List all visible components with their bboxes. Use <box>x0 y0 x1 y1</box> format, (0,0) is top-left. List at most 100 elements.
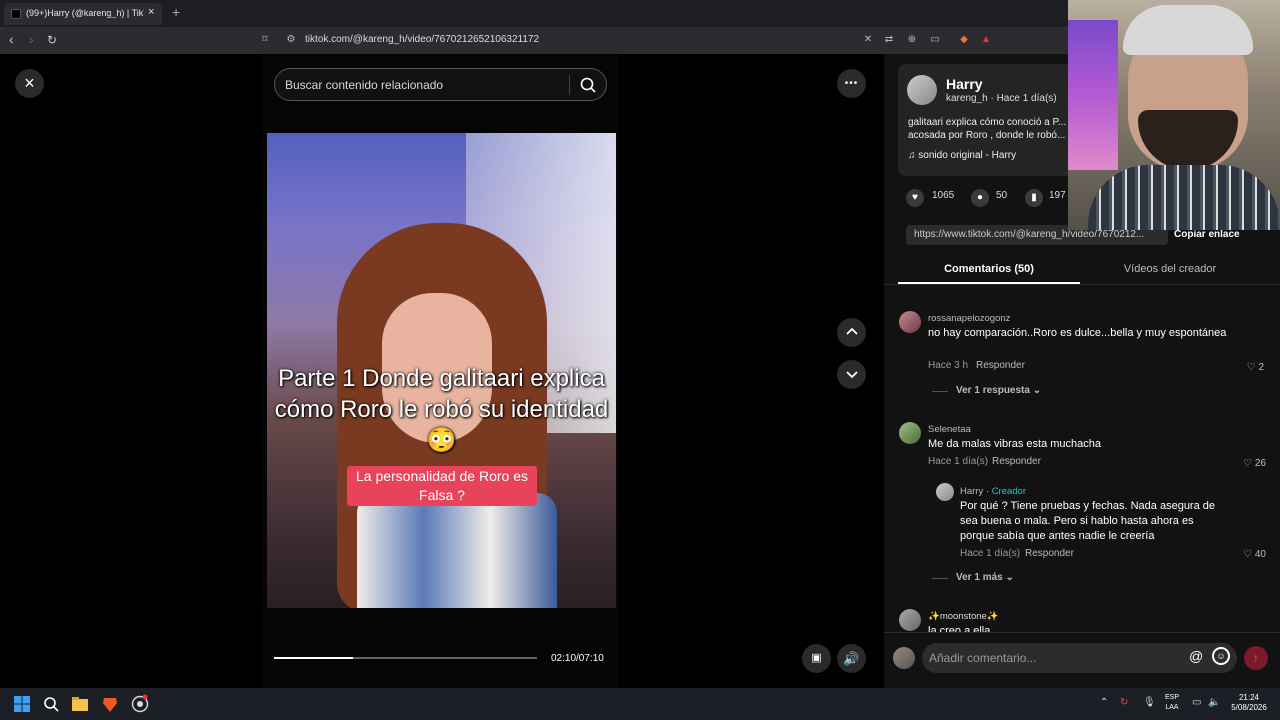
post-link-url[interactable]: https://www.tiktok.com/@kareng_h/video/7… <box>914 229 1144 240</box>
reply-like-count: 40 <box>1254 549 1266 560</box>
volume-button[interactable]: 🔊 <box>837 644 866 673</box>
comment-text: no hay comparación..Roro es dulce...bell… <box>928 327 1227 339</box>
new-tab-button[interactable]: + <box>172 4 180 20</box>
close-player-button[interactable]: × <box>15 69 44 98</box>
chevron-down-icon <box>845 371 858 379</box>
reply-button[interactable]: Responder <box>1025 548 1074 559</box>
view-more-label: Ver 1 más <box>956 572 1003 583</box>
comment-like[interactable]: ♡ 26 <box>1236 458 1266 469</box>
video-progress-bar[interactable] <box>274 657 537 659</box>
copy-link-button[interactable]: Copiar enlace <box>1174 229 1240 240</box>
more-options-button[interactable]: ••• <box>837 69 866 98</box>
like-count: 1065 <box>932 190 955 201</box>
windows-start-icon[interactable] <box>12 694 32 714</box>
translate-icon[interactable]: ⇄ <box>883 34 895 46</box>
creator-badge: Creador <box>991 486 1027 497</box>
video-frame[interactable]: Parte 1 Donde galitaari explica cómo Ror… <box>267 133 616 608</box>
author-name[interactable]: Harry <box>946 76 983 92</box>
mute-site-icon[interactable]: ✕ <box>862 34 874 46</box>
reply-avatar[interactable] <box>936 483 954 501</box>
tab-comments[interactable]: Comentarios (50) <box>898 263 1080 275</box>
tray-network-icon[interactable]: ▭ <box>1192 697 1201 708</box>
send-comment-button[interactable]: ↑ <box>1244 646 1268 670</box>
reply-like[interactable]: ♡ 40 <box>1236 549 1266 560</box>
bookmark-icon[interactable]: ⌑ <box>259 34 271 46</box>
tabs-divider <box>884 284 1280 285</box>
post-sound[interactable]: ♫ sonido original - Harry <box>908 150 1016 161</box>
tray-microphone-icon[interactable]: 🎙 <box>1143 697 1156 708</box>
author-avatar[interactable] <box>907 75 937 105</box>
tray-chevron-up-icon[interactable]: ⌃ <box>1100 697 1108 708</box>
zoom-icon[interactable]: ⊕ <box>906 34 918 46</box>
comment-username[interactable]: ✨moonstone✨ <box>928 611 999 622</box>
url-field[interactable]: tiktok.com/@kareng_h/video/7670212652106… <box>305 34 539 45</box>
author-meta: kareng_h · Hace 1 día(s) <box>946 93 1057 104</box>
sound-label: sonido original - Harry <box>918 150 1017 161</box>
site-info-icon[interactable]: ⚙ <box>285 34 297 46</box>
comment-username[interactable]: rossanapelozogonz <box>928 313 1010 324</box>
clock-time: 21:24 <box>1238 693 1260 702</box>
related-search-input[interactable] <box>285 76 565 94</box>
video-caption: Parte 1 Donde galitaari explica cómo Ror… <box>274 365 609 454</box>
back-icon[interactable]: ‹ <box>9 31 14 47</box>
tab-title: (99+)Harry (@kareng_h) | TikTok <box>26 8 144 18</box>
tray-volume-icon[interactable]: 🔈 <box>1208 697 1220 708</box>
reply-button[interactable]: Responder <box>976 360 1025 371</box>
taskbar-search-icon[interactable] <box>41 694 61 714</box>
search-divider <box>569 75 570 95</box>
comment-count: 50 <box>996 190 1008 201</box>
comment-icon[interactable]: ● <box>971 189 989 207</box>
view-replies-button[interactable]: Ver 1 respuesta ⌄ <box>956 385 1041 396</box>
view-more-button[interactable]: Ver 1 más ⌄ <box>956 572 1014 583</box>
comment-like[interactable]: ♡ 2 <box>1240 362 1264 373</box>
bookmark-save-icon[interactable]: ▮ <box>1025 189 1043 207</box>
brave-rewards-icon[interactable]: ▲ <box>980 34 992 46</box>
reload-icon[interactable]: ↻ <box>47 33 57 47</box>
taskbar-clock[interactable]: 21:24 5/08/2026 <box>1226 693 1272 713</box>
layout-code: LAA <box>1165 704 1179 711</box>
language-code: ESP <box>1164 694 1179 701</box>
comment-text: Me da malas vibras esta muchacha <box>928 438 1102 450</box>
clock-date: 5/08/2026 <box>1231 703 1267 712</box>
brave-browser-icon[interactable] <box>100 694 120 714</box>
search-icon[interactable] <box>578 75 598 95</box>
comment-like-count: 26 <box>1254 458 1266 469</box>
tiktok-favicon-icon <box>11 9 21 19</box>
webcam-person-shirt <box>1088 165 1280 230</box>
pip-button[interactable]: ▣ <box>802 644 831 673</box>
chevron-up-icon <box>845 327 858 335</box>
next-video-button[interactable] <box>837 360 866 389</box>
reply-text: Por qué ? Tiene pruebas y fechas. Nada a… <box>960 500 1216 542</box>
related-search-box <box>274 68 607 101</box>
user-avatar[interactable] <box>893 647 915 669</box>
reply-time: Hace 1 día(s) <box>960 548 1021 559</box>
forward-icon[interactable]: › <box>29 31 34 47</box>
browser-tab[interactable]: (99+)Harry (@kareng_h) | TikTok × <box>4 3 162 25</box>
tab-creator-videos[interactable]: Vídeos del creador <box>1090 263 1250 275</box>
input-language[interactable]: ESP LAA <box>1162 693 1182 713</box>
mention-button[interactable]: @ <box>1189 648 1203 664</box>
tab-close-icon[interactable]: × <box>148 6 154 18</box>
webcam-background-poster <box>1068 20 1118 170</box>
comment-input[interactable] <box>929 649 1179 667</box>
comment-time: Hace 1 día(s) <box>928 456 989 467</box>
obs-icon[interactable] <box>130 694 150 714</box>
comment-avatar[interactable] <box>899 609 921 631</box>
like-icon[interactable]: ♥ <box>906 189 924 207</box>
file-explorer-icon[interactable] <box>70 694 90 714</box>
chevron-down-icon: ⌄ <box>1032 385 1042 396</box>
comment-username[interactable]: Selenetaa <box>928 424 971 435</box>
comment-avatar[interactable] <box>899 422 921 444</box>
reply-username[interactable]: Harry · Creador <box>960 486 1026 497</box>
heart-outline-icon: ♡ <box>1243 549 1255 560</box>
emoji-icon[interactable]: ☺ <box>1212 647 1230 665</box>
comment-avatar[interactable] <box>899 311 921 333</box>
save-count: 197 <box>1049 190 1066 201</box>
video-person-dress <box>357 493 557 608</box>
reply-button[interactable]: Responder <box>992 456 1041 467</box>
previous-video-button[interactable] <box>837 318 866 347</box>
cast-icon[interactable]: ▭ <box>929 34 941 46</box>
view-replies-line <box>932 391 948 392</box>
tray-sync-icon[interactable]: ↻ <box>1120 697 1128 708</box>
brave-shield-icon[interactable]: ◆ <box>958 34 970 46</box>
